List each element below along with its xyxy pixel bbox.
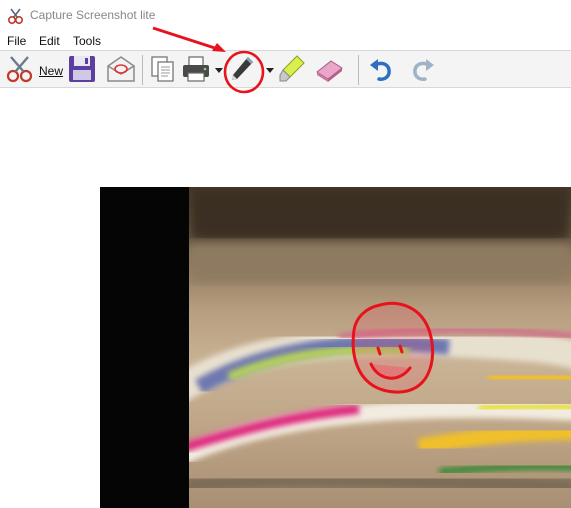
toolbar-separator: [142, 55, 143, 85]
eraser-button[interactable]: [313, 53, 345, 85]
pen-dropdown-arrow[interactable]: [266, 68, 274, 73]
pen-button[interactable]: [226, 53, 258, 85]
toolbar: New: [0, 50, 571, 88]
print-button[interactable]: [180, 53, 212, 85]
menu-tools[interactable]: Tools: [73, 34, 101, 48]
menu-bar: File Edit Tools: [0, 32, 571, 50]
menu-edit[interactable]: Edit: [39, 34, 60, 48]
app-scissors-icon: [7, 7, 25, 25]
window-title: Capture Screenshot lite: [30, 8, 156, 22]
email-button[interactable]: [105, 53, 137, 85]
title-bar: Capture Screenshot lite: [0, 0, 571, 32]
new-label[interactable]: New: [39, 64, 63, 78]
captured-image[interactable]: [100, 187, 571, 508]
print-dropdown-arrow[interactable]: [215, 68, 223, 73]
copy-button[interactable]: [147, 53, 179, 85]
highlighter-button[interactable]: [276, 53, 308, 85]
rangoli-photo: [189, 187, 571, 508]
redo-button[interactable]: [407, 53, 439, 85]
toolbar-separator: [358, 55, 359, 85]
save-button[interactable]: [66, 53, 98, 85]
new-button[interactable]: [4, 53, 36, 85]
menu-file[interactable]: File: [7, 34, 26, 48]
undo-button[interactable]: [365, 53, 397, 85]
